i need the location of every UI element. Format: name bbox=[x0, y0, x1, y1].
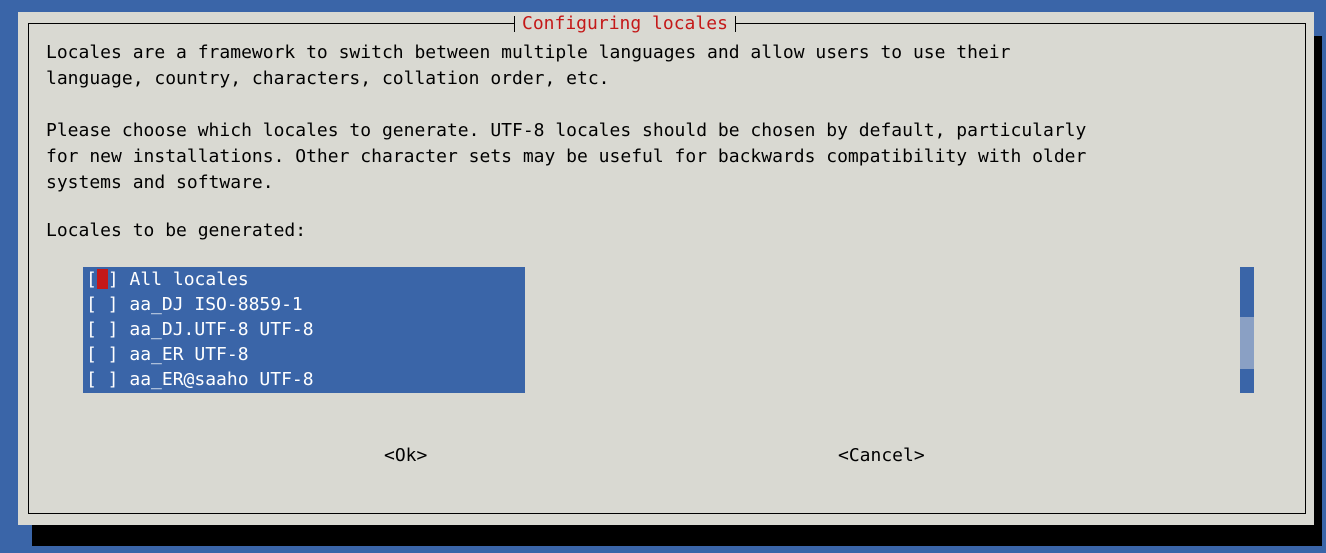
dialog-title-text: Configuring locales bbox=[522, 13, 728, 34]
locales-checklist[interactable]: [] All locales [ ] aa_DJ ISO-8859-1 [ ] … bbox=[83, 267, 525, 393]
list-item-all-locales[interactable]: [] All locales bbox=[83, 267, 525, 292]
checkbox[interactable]: [ ] bbox=[86, 344, 119, 365]
list-item-label: aa_DJ ISO-8859-1 bbox=[129, 294, 303, 315]
list-item-label: aa_DJ.UTF-8 UTF-8 bbox=[129, 319, 314, 340]
dialog-title: Configuring locales bbox=[514, 12, 736, 36]
list-item[interactable]: [ ] aa_ER UTF-8 bbox=[83, 342, 525, 367]
cursor-block bbox=[96, 269, 108, 289]
checkbox[interactable]: [ ] bbox=[86, 369, 119, 390]
scrollbar-thumb[interactable] bbox=[1240, 317, 1254, 369]
instruction-line-3: systems and software. bbox=[46, 172, 274, 193]
checkbox[interactable]: [ ] bbox=[86, 319, 119, 340]
list-item-label: aa_ER UTF-8 bbox=[129, 344, 249, 365]
ok-button[interactable]: <Ok> bbox=[384, 444, 427, 468]
scrollbar[interactable] bbox=[1240, 267, 1254, 393]
list-item[interactable]: [ ] aa_DJ.UTF-8 UTF-8 bbox=[83, 317, 525, 342]
description-line-2: language, country, characters, collation… bbox=[46, 68, 610, 89]
checkbox[interactable]: [] bbox=[86, 269, 119, 290]
instruction-line-2: for new installations. Other character s… bbox=[46, 146, 1087, 167]
list-label: Locales to be generated: bbox=[46, 220, 307, 241]
description-line-1: Locales are a framework to switch betwee… bbox=[46, 42, 1011, 63]
list-item-label: All locales bbox=[129, 269, 249, 290]
list-item[interactable]: [ ] aa_DJ ISO-8859-1 bbox=[83, 292, 525, 317]
instruction-line-1: Please choose which locales to generate.… bbox=[46, 120, 1087, 141]
list-item-label: aa_ER@saaho UTF-8 bbox=[129, 369, 314, 390]
checkbox[interactable]: [ ] bbox=[86, 294, 119, 315]
cancel-button[interactable]: <Cancel> bbox=[838, 444, 925, 468]
list-item[interactable]: [ ] aa_ER@saaho UTF-8 bbox=[83, 367, 525, 392]
locales-dialog: Configuring locales Locales are a framew… bbox=[18, 12, 1314, 525]
